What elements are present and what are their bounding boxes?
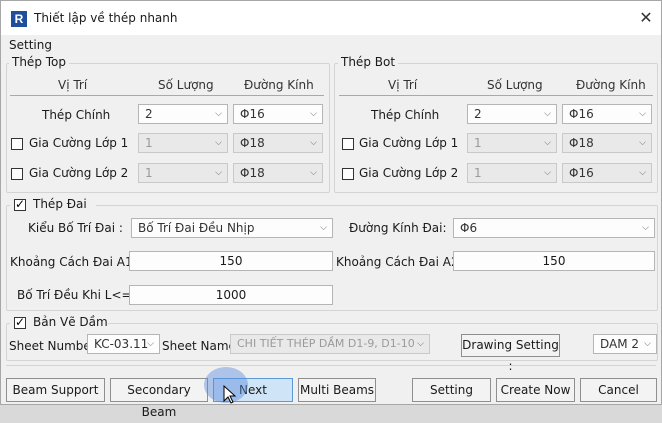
chevron-down-icon: ⌵ <box>215 168 222 178</box>
top-steel-title: Thép Top <box>9 55 69 69</box>
top-main-label: Thép Chính <box>42 108 111 122</box>
bot-layer2-dia-select[interactable]: Φ16 ⌵ <box>562 163 652 183</box>
chevron-down-icon: ⌵ <box>320 223 327 233</box>
bot-layer2-label: Gia Cường Lớp 2 <box>359 166 459 180</box>
chevron-down-icon: ⌵ <box>544 109 551 119</box>
top-header-quantity: Số Lượng <box>158 78 214 92</box>
beam-support-button[interactable]: Beam Support <box>6 378 105 402</box>
top-main-qty-select[interactable]: 2 ⌵ <box>138 104 228 124</box>
cancel-button[interactable]: Cancel <box>580 378 657 402</box>
setting-label: Setting <box>9 38 52 52</box>
chevron-down-icon: ⌵ <box>310 138 317 148</box>
spacing-a2-label: Khoảng Cách Đai A2 : <box>336 255 467 269</box>
bot-header-quantity: Số Lượng <box>487 78 543 92</box>
chevron-down-icon: ⌵ <box>544 168 551 178</box>
even-spacing-input[interactable]: 1000 <box>129 285 333 305</box>
bot-layer1-label: Gia Cường Lớp 1 <box>359 136 459 150</box>
bot-layer1-checkbox[interactable] <box>342 138 354 150</box>
chevron-down-icon: ⌵ <box>417 339 424 349</box>
bot-header-position: Vị Trí <box>388 78 418 92</box>
multi-beams-button[interactable]: Multi Beams <box>298 378 376 402</box>
bot-layer2-qty-select[interactable]: 1 ⌵ <box>467 163 557 183</box>
bot-layer2-checkbox[interactable] <box>342 168 354 180</box>
sheet-number-select[interactable]: KC-03.11 ⌵ <box>87 334 160 354</box>
chevron-down-icon: ⌵ <box>544 138 551 148</box>
stirrup-diameter-label: Đường Kính Đai: <box>349 221 447 235</box>
top-layer2-checkbox[interactable] <box>11 168 23 180</box>
top-main-dia-select[interactable]: Φ16 ⌵ <box>233 104 323 124</box>
chevron-down-icon: ⌵ <box>639 168 646 178</box>
drawing-setting-button[interactable]: Drawing Setting : <box>461 334 560 373</box>
stirrup-layout-select[interactable]: Bố Trí Đai Đều Nhịp ⌵ <box>131 218 333 238</box>
stirrup-layout-label: Kiểu Bố Trí Đai : <box>28 221 123 235</box>
chevron-down-icon: ⌵ <box>215 109 222 119</box>
chevron-down-icon: ⌵ <box>639 138 646 148</box>
top-layer1-qty-select[interactable]: 1 ⌵ <box>138 133 228 153</box>
chevron-down-icon: ⌵ <box>639 109 646 119</box>
dialog-window: R Thiết lập về thép nhanh ✕ Setting Thép… <box>0 0 662 419</box>
top-header-position: Vị Trí <box>58 78 88 92</box>
top-layer1-label: Gia Cường Lớp 1 <box>29 136 129 150</box>
chevron-down-icon: ⌵ <box>310 168 317 178</box>
bot-steel-title: Thép Bot <box>338 55 399 69</box>
spacing-a2-input[interactable]: 150 <box>453 251 655 271</box>
bot-main-label: Thép Chính <box>371 108 440 122</box>
chevron-down-icon: ⌵ <box>644 339 651 349</box>
bot-layer1-dia-select[interactable]: Φ18 ⌵ <box>562 133 652 153</box>
top-layer1-dia-select[interactable]: Φ18 ⌵ <box>233 133 323 153</box>
top-header-diameter: Đường Kính <box>244 78 314 92</box>
secondary-beam-button[interactable]: Secondary Beam <box>110 378 208 419</box>
sheet-name-select[interactable]: CHI TIẾT THÉP DẦM D1-9, D1-10 ⌵ <box>230 334 430 354</box>
footer-separator <box>6 365 656 366</box>
title-bar: R Thiết lập về thép nhanh ✕ <box>1 1 661 35</box>
top-layer2-dia-select[interactable]: Φ18 ⌵ <box>233 163 323 183</box>
dam-select[interactable]: DAM 2 ⌵ <box>593 334 657 354</box>
spacing-a1-label: Khoảng Cách Đai A1 : <box>10 255 141 269</box>
sheet-number-label: Sheet Number: <box>9 339 100 353</box>
close-icon[interactable]: ✕ <box>637 9 655 27</box>
bot-layer1-qty-select[interactable]: 1 ⌵ <box>467 133 557 153</box>
setting-button[interactable]: Setting <box>412 378 491 402</box>
create-now-button[interactable]: Create Now <box>496 378 575 402</box>
bot-main-qty-select[interactable]: 2 ⌵ <box>467 104 557 124</box>
revit-app-icon: R <box>11 11 27 27</box>
stirrup-title: Thép Đai <box>33 197 87 211</box>
top-header-divider <box>10 95 324 96</box>
spacing-a1-input[interactable]: 150 <box>129 251 333 271</box>
window-title: Thiết lập về thép nhanh <box>34 11 178 25</box>
mouse-pointer-icon <box>223 385 237 404</box>
bot-header-divider <box>339 95 653 96</box>
chevron-down-icon: ⌵ <box>215 138 222 148</box>
top-layer1-checkbox[interactable] <box>11 138 23 150</box>
bot-header-diameter: Đường Kính <box>576 78 646 92</box>
drawing-title: Bản Vẽ Dầm <box>33 315 108 329</box>
drawing-checkbox[interactable] <box>14 315 26 329</box>
bot-main-dia-select[interactable]: Φ16 ⌵ <box>562 104 652 124</box>
chevron-down-icon: ⌵ <box>310 109 317 119</box>
top-layer2-label: Gia Cường Lớp 2 <box>29 166 129 180</box>
even-spacing-label: Bố Trí Đều Khi L<= : <box>17 288 140 302</box>
stirrup-diameter-select[interactable]: Φ6 ⌵ <box>453 218 655 238</box>
stirrup-checkbox[interactable] <box>14 197 26 211</box>
sheet-name-label: Sheet Name: <box>162 339 240 353</box>
chevron-down-icon: ⌵ <box>147 339 154 349</box>
chevron-down-icon: ⌵ <box>642 223 649 233</box>
top-layer2-qty-select[interactable]: 1 ⌵ <box>138 163 228 183</box>
